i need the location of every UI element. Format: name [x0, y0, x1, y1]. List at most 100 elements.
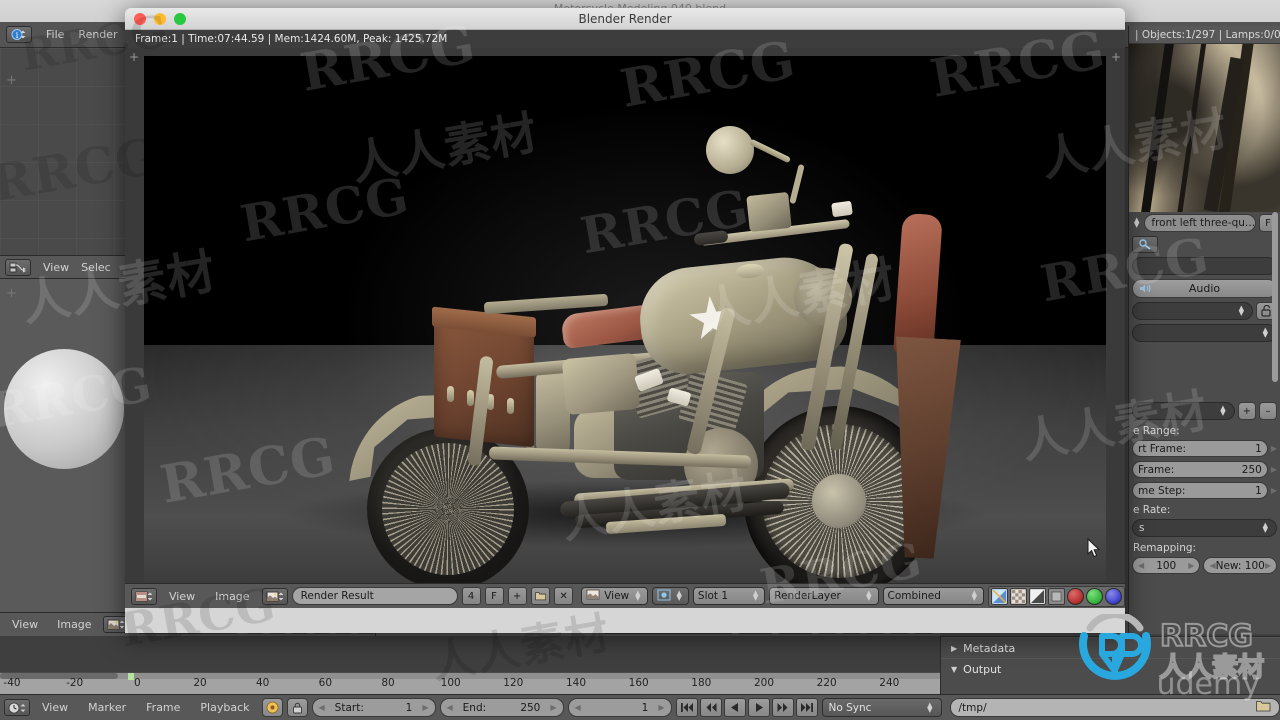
- render-fake-user-button[interactable]: F: [484, 587, 504, 605]
- lock-icon[interactable]: [286, 698, 308, 717]
- left-editor-lower[interactable]: +: [0, 279, 128, 634]
- locked-value-field[interactable]: ▲ ▼: [1132, 302, 1253, 320]
- view-mode-dropdown[interactable]: View ▲ ▼: [581, 587, 648, 605]
- frame-step-row[interactable]: me Step: 1 ▶: [1129, 480, 1280, 501]
- display-channels-alpha[interactable]: [1010, 587, 1028, 605]
- render-layer-updown-icon[interactable]: ▲ ▼: [864, 590, 873, 602]
- menu-file[interactable]: File: [46, 28, 64, 41]
- render-pass-dropdown[interactable]: Combined ▲ ▼: [882, 587, 985, 605]
- play-reverse-icon[interactable]: [723, 698, 746, 717]
- blender-render-window[interactable]: Blender Render Frame:1 | Time:07:44.59 |…: [125, 8, 1125, 633]
- frame-rate-row[interactable]: s ▲ ▼: [1129, 517, 1280, 539]
- jump-to-end-icon[interactable]: [795, 698, 818, 717]
- timeline-start-field[interactable]: ◀ Start: 1 ▶: [311, 698, 436, 717]
- reference-image-row[interactable]: ▲ ▼ front left three-qu... F: [1129, 212, 1280, 234]
- channel-green-toggle[interactable]: [1086, 587, 1104, 605]
- tl-menu-frame[interactable]: Frame: [138, 701, 188, 714]
- display-channels-group[interactable]: [988, 585, 1125, 607]
- view-mode-updown-icon[interactable]: ▲ ▼: [633, 590, 642, 602]
- start-increment-arrow[interactable]: ▶: [422, 703, 428, 712]
- list-value-field[interactable]: ▲ ▼: [1132, 402, 1235, 420]
- old-map-field[interactable]: ◀ 100 ▶: [1132, 557, 1201, 574]
- channel-blue-toggle[interactable]: [1105, 587, 1123, 605]
- timeline-end-field[interactable]: ◀ End: 250 ▶: [439, 698, 564, 717]
- empty-value-field-2[interactable]: ▲ ▼: [1132, 324, 1277, 342]
- minus-icon[interactable]: –: [1259, 402, 1277, 420]
- start-frame-row[interactable]: rt Frame: 1 ▶: [1129, 438, 1280, 459]
- frame-decrement-arrow[interactable]: ◀: [575, 703, 581, 712]
- display-channels-color[interactable]: [1048, 587, 1066, 605]
- timeline-scroll-track[interactable]: [0, 673, 940, 679]
- left-editor-header[interactable]: View Selec: [0, 255, 128, 279]
- new-map-increment-arrow[interactable]: ▶: [1265, 561, 1271, 570]
- node-editor-icon[interactable]: [5, 258, 31, 276]
- tl-menu-view[interactable]: View: [34, 701, 76, 714]
- sync-mode-dropdown[interactable]: No Sync ▲ ▼: [821, 698, 942, 717]
- image-browse-updown-icon[interactable]: ▲ ▼: [1132, 217, 1141, 229]
- list-updown-icon[interactable]: ▲ ▼: [1218, 405, 1227, 417]
- tl-menu-playback[interactable]: Playback: [192, 701, 257, 714]
- old-map-increment-arrow[interactable]: ▶: [1188, 561, 1194, 570]
- properties-editor[interactable]: | Objects:1/297 | Lamps:0/0 ▲ ▼ front lef…: [1128, 26, 1280, 634]
- locked-field-row[interactable]: ▲ ▼: [1129, 300, 1280, 322]
- end-decrement-arrow[interactable]: ◀: [447, 703, 453, 712]
- output-browse-folder-icon[interactable]: [1255, 700, 1271, 715]
- empty-slider-row-2[interactable]: ▲ ▼: [1129, 322, 1280, 344]
- display-channels-color-and-alpha[interactable]: [991, 587, 1009, 605]
- uv-menu-image[interactable]: Image: [49, 618, 99, 631]
- info-editor-icon[interactable]: i: [6, 26, 32, 43]
- locked-field-updown-icon[interactable]: ▲ ▼: [1237, 305, 1246, 317]
- render-menu-image[interactable]: Image: [207, 590, 257, 603]
- audio-button[interactable]: Audio: [1132, 279, 1277, 298]
- reference-image-name[interactable]: front left three-qu...: [1144, 214, 1256, 232]
- render-unlink-image-button[interactable]: ✕: [554, 587, 574, 605]
- frame-rate-updown-icon[interactable]: ▲ ▼: [1261, 522, 1270, 534]
- frame-rate-dropdown[interactable]: s ▲ ▼: [1132, 519, 1277, 537]
- end-frame-row[interactable]: Frame: 250 ▶: [1129, 459, 1280, 480]
- sync-updown-icon[interactable]: ▲ ▼: [925, 701, 934, 713]
- frame-step-field[interactable]: me Step: 1: [1132, 482, 1268, 499]
- end-frame-field[interactable]: Frame: 250: [1132, 461, 1268, 478]
- slot-updown-icon[interactable]: ▲ ▼: [751, 590, 760, 602]
- render-image-canvas[interactable]: + + View Image Render Result 4 F + ✕ Vie…: [125, 48, 1125, 608]
- render-menu-view[interactable]: View: [161, 590, 203, 603]
- properties-scrollbar[interactable]: [1272, 212, 1278, 382]
- menu-render[interactable]: Render: [78, 28, 117, 41]
- render-window-titlebar[interactable]: Blender Render: [125, 8, 1125, 30]
- empty-value-field-1[interactable]: [1132, 257, 1277, 275]
- render-pass-updown-icon[interactable]: ▲ ▼: [970, 590, 979, 602]
- left-menu-view[interactable]: View: [43, 261, 69, 274]
- start-frame-increment-arrow[interactable]: ▶: [1271, 444, 1277, 453]
- render-result-image-name[interactable]: Render Result: [291, 587, 458, 605]
- jump-to-start-icon[interactable]: [675, 698, 698, 717]
- plus-icon[interactable]: +: [1237, 402, 1256, 420]
- audio-row[interactable]: Audio: [1129, 277, 1280, 300]
- slot-dropdown[interactable]: Slot 1 ▲ ▼: [692, 587, 766, 605]
- timeline-header[interactable]: View Marker Frame Playback ◀ Start: 1 ▶ …: [0, 694, 1280, 720]
- channel-red-toggle[interactable]: [1067, 587, 1085, 605]
- tl-menu-marker[interactable]: Marker: [80, 701, 134, 714]
- new-map-field[interactable]: ◀ New: 100 ▶: [1203, 557, 1277, 574]
- frame-step-increment-arrow[interactable]: ▶: [1271, 486, 1277, 495]
- timeline-clock-icon[interactable]: [4, 699, 30, 716]
- panel-metadata[interactable]: ▶ Metadata: [941, 637, 1280, 658]
- previous-keyframe-icon[interactable]: [699, 698, 722, 717]
- playback-transport-controls[interactable]: [675, 698, 818, 717]
- left-menu-select[interactable]: Selec: [81, 261, 111, 274]
- render-layer-dropdown[interactable]: RenderLayer ▲ ▼: [769, 587, 879, 605]
- add-remove-row[interactable]: ▲ ▼ + –: [1129, 400, 1280, 422]
- end-frame-increment-arrow[interactable]: ▶: [1271, 465, 1277, 474]
- image-datablock-browse-icon[interactable]: [261, 587, 288, 605]
- texture-node-icon[interactable]: [1132, 236, 1158, 253]
- render-users-count[interactable]: 4: [461, 587, 481, 605]
- time-remapping-row[interactable]: ◀ 100 ▶ ◀ New: 100 ▶: [1129, 555, 1280, 576]
- texture-icon-row[interactable]: [1129, 234, 1280, 255]
- render-window-footer[interactable]: View Image Render Result 4 F + ✕ View ▲ …: [125, 583, 1125, 608]
- end-increment-arrow[interactable]: ▶: [550, 703, 556, 712]
- play-icon[interactable]: [747, 698, 770, 717]
- display-channels-z-buffer[interactable]: [1029, 587, 1047, 605]
- record-autokey-icon[interactable]: [261, 698, 283, 717]
- start-frame-field[interactable]: rt Frame: 1: [1132, 440, 1268, 457]
- slot-icon-updown[interactable]: ▲ ▼: [675, 590, 684, 602]
- start-decrement-arrow[interactable]: ◀: [319, 703, 325, 712]
